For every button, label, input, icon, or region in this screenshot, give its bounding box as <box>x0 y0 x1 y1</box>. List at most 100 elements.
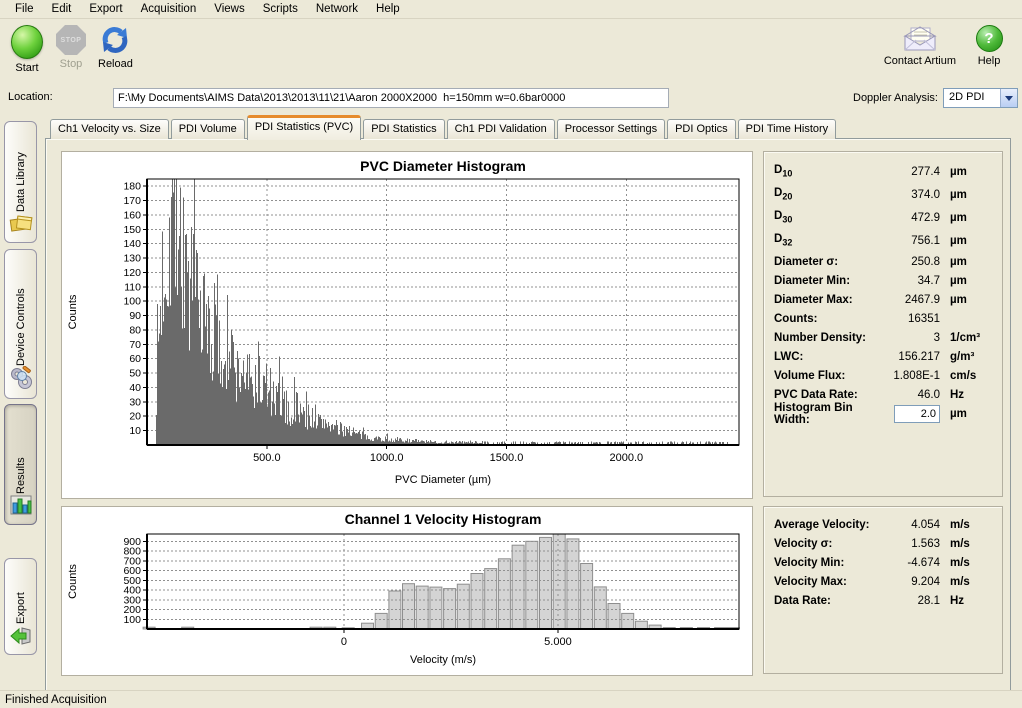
svg-text:20: 20 <box>129 411 141 423</box>
doppler-analysis-select[interactable]: 2D PDI <box>943 88 1018 108</box>
stat-label: D20 <box>774 187 878 201</box>
menu-item-file[interactable]: File <box>6 1 43 17</box>
stat-unit: µm <box>950 235 992 247</box>
stat-row-counts: Counts:16351 <box>774 309 992 328</box>
stop-button: STOP Stop <box>54 25 88 74</box>
stat-unit: m/s <box>950 519 992 531</box>
folders-icon <box>9 212 33 237</box>
svg-text:80: 80 <box>129 324 141 336</box>
menu-item-edit[interactable]: Edit <box>43 1 81 17</box>
start-button[interactable]: Start <box>10 25 44 74</box>
location-input[interactable] <box>113 88 669 108</box>
menu-item-acquisition[interactable]: Acquisition <box>132 1 206 17</box>
svg-text:160: 160 <box>123 209 141 221</box>
stat-unit: µm <box>950 212 992 224</box>
reload-button[interactable]: Reload <box>98 25 133 74</box>
tab-pdi-volume[interactable]: PDI Volume <box>171 119 245 139</box>
y-axis-label: Counts <box>67 294 79 329</box>
menu-item-scripts[interactable]: Scripts <box>254 1 307 17</box>
svg-text:30: 30 <box>129 396 141 408</box>
stat-unit: Hz <box>950 595 992 607</box>
tab-ch1-velocity-vs-size[interactable]: Ch1 Velocity vs. Size <box>50 119 169 139</box>
start-label: Start <box>15 62 38 74</box>
svg-text:50: 50 <box>129 368 141 380</box>
stat-row-d10: D10277.4µm <box>774 160 992 183</box>
svg-text:110: 110 <box>124 281 141 293</box>
stat-row-d32: D32756.1µm <box>774 229 992 252</box>
tab-pdi-statistics[interactable]: PDI Statistics <box>363 119 444 139</box>
svg-text:130: 130 <box>123 253 141 265</box>
stat-label: Number Density: <box>774 332 878 344</box>
contact-artium-button[interactable]: Contact Artium <box>884 25 956 67</box>
gears-icon <box>9 366 33 393</box>
velocity-histogram-chart: 10020030040050060070080090005.000Channel… <box>62 507 750 673</box>
svg-text:500.0: 500.0 <box>253 452 281 464</box>
stat-unit: m/s <box>950 576 992 588</box>
contact-artium-label: Contact Artium <box>884 55 956 67</box>
menu-item-network[interactable]: Network <box>307 1 367 17</box>
stop-icon: STOP <box>56 25 86 55</box>
svg-text:40: 40 <box>129 382 141 394</box>
stat-row-average-velocity: Average Velocity:4.054 m/s <box>774 515 992 534</box>
export-arrow-icon <box>9 624 33 649</box>
doppler-analysis-label: Doppler Analysis: <box>853 92 938 104</box>
sidebar-item-device-controls[interactable]: Device Controls <box>4 249 37 399</box>
svg-text:900: 900 <box>123 536 141 548</box>
stat-label: Diameter Max: <box>774 294 878 306</box>
sidebar-item-results[interactable]: Results <box>4 404 37 525</box>
stat-value: 277.4 <box>878 166 940 178</box>
stat-value: 46.0 <box>878 389 940 401</box>
chart-title: PVC Diameter Histogram <box>360 158 526 174</box>
stat-row-d30: D30472.9µm <box>774 206 992 229</box>
stat-unit: µm <box>950 275 992 287</box>
stat-row-d20: D20374.0µm <box>774 183 992 206</box>
pvc-diameter-histogram-panel: 1020304050607080901001101201301401501601… <box>61 151 753 499</box>
doppler-analysis-group: Doppler Analysis: 2D PDI <box>853 88 1018 108</box>
stat-unit: m/s <box>950 538 992 550</box>
tab-ch1-pdi-validation[interactable]: Ch1 PDI Validation <box>447 119 555 139</box>
stat-label: D10 <box>774 164 878 178</box>
sidebar-item-label: Results <box>15 414 27 494</box>
stat-label: Data Rate: <box>774 595 878 607</box>
stop-label: Stop <box>60 58 83 70</box>
menu-item-export[interactable]: Export <box>80 1 131 17</box>
menu-item-help[interactable]: Help <box>367 1 409 17</box>
sidebar-item-export[interactable]: Export <box>4 558 37 655</box>
tab-processor-settings[interactable]: Processor Settings <box>557 119 665 139</box>
chevron-down-icon[interactable] <box>1000 89 1017 107</box>
stat-label: Histogram Bin Width: <box>774 402 878 426</box>
stat-row-diameter-min: Diameter Min:34.7µm <box>774 271 992 290</box>
stat-label: Velocity σ: <box>774 538 878 550</box>
svg-text:120: 120 <box>123 267 141 279</box>
stat-value: -4.674 <box>878 557 940 569</box>
toolbar-right-group: Contact Artium ? Help <box>884 25 1006 67</box>
menu-item-views[interactable]: Views <box>205 1 253 17</box>
help-label: Help <box>978 55 1001 67</box>
stat-value: 3 <box>878 332 940 344</box>
stat-row-histogram-bin-width: Histogram Bin Width:µm <box>774 404 992 423</box>
stat-label: Average Velocity: <box>774 519 878 531</box>
toolbar: Start STOP Stop Reload <box>0 19 1022 85</box>
stat-value: 4.054 <box>878 519 940 531</box>
stat-label: LWC: <box>774 351 878 363</box>
stat-value: 16351 <box>878 313 940 325</box>
x-axis-label: PVC Diameter (µm) <box>395 474 491 486</box>
menu-bar: FileEditExportAcquisitionViewsScriptsNet… <box>0 0 1022 19</box>
stat-value: 1.563 <box>878 538 940 550</box>
histogram-bin-width-input[interactable] <box>894 405 940 423</box>
doppler-analysis-value: 2D PDI <box>944 89 1000 107</box>
sidebar-item-label: Export <box>15 568 27 624</box>
stat-label: Velocity Max: <box>774 576 878 588</box>
help-button[interactable]: ? Help <box>972 25 1006 67</box>
tab-pdi-time-history[interactable]: PDI Time History <box>738 119 837 139</box>
stat-row-velocity-max: Velocity Max:9.204m/s <box>774 572 992 591</box>
y-axis-label: Counts <box>67 564 79 599</box>
sidebar-item-data-library[interactable]: Data Library <box>4 121 37 243</box>
tab-pdi-optics[interactable]: PDI Optics <box>667 119 736 139</box>
stat-label: Volume Flux: <box>774 370 878 382</box>
help-icon: ? <box>976 25 1003 52</box>
tab-pdi-statistics-pvc[interactable]: PDI Statistics (PVC) <box>247 115 361 140</box>
status-text: Finished Acquisition <box>5 694 107 706</box>
reload-label: Reload <box>98 58 133 70</box>
stat-value: 756.1 <box>878 235 940 247</box>
